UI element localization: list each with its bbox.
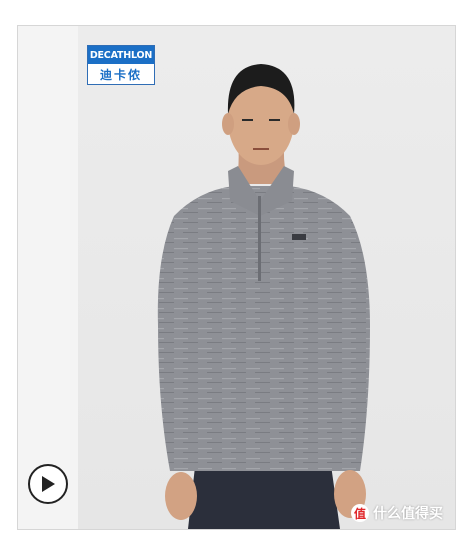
watermark-badge-icon: 值	[351, 504, 369, 522]
watermark-text: 什么值得买	[373, 505, 443, 521]
product-image-frame: DECATHLON 迪卡侬 值 什么值得买	[17, 25, 456, 530]
video-play-button[interactable]	[28, 464, 68, 504]
brand-logo: DECATHLON 迪卡侬	[87, 45, 155, 85]
brand-logo-top-text: DECATHLON	[88, 46, 154, 64]
play-icon	[42, 476, 55, 492]
watermark: 值 什么值得买	[351, 503, 443, 523]
brand-logo-bottom-text: 迪卡侬	[99, 67, 142, 82]
model-photo	[157, 64, 370, 529]
